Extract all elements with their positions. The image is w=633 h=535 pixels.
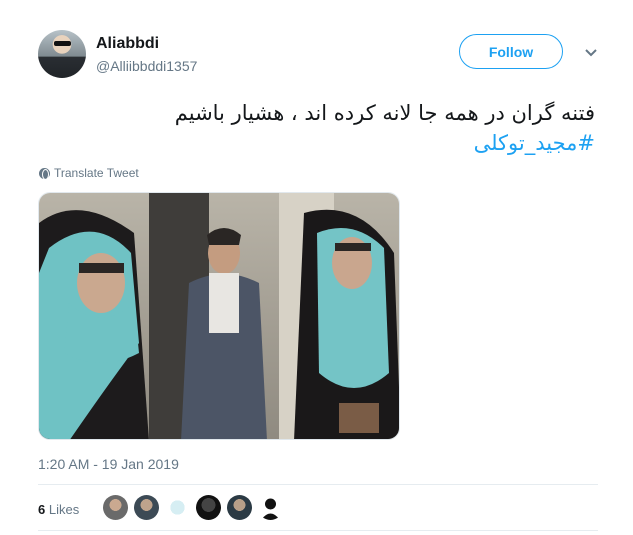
chevron-down-icon[interactable]: [583, 45, 599, 61]
likes-label: Likes: [48, 502, 80, 517]
liker-avatar[interactable]: [227, 495, 252, 520]
tweet-body: فتنه گران در همه جا لانه کرده اند ، هشیا…: [174, 101, 595, 125]
photo-image: [39, 193, 399, 439]
divider-top: [38, 484, 598, 485]
default-user-icon: [261, 498, 280, 520]
tweet-header: Aliabbdi @Alliibbddi1357 Follow: [38, 30, 598, 80]
divider-bottom: [38, 530, 598, 531]
user-handle[interactable]: @Alliibbddi1357: [96, 58, 197, 74]
likes-number: 6: [38, 502, 46, 517]
globe-icon: [39, 167, 50, 180]
liker-avatar[interactable]: [196, 495, 221, 520]
translate-tweet-link[interactable]: Translate Tweet: [39, 166, 139, 180]
display-name[interactable]: Aliabbdi: [96, 35, 159, 53]
tweet-photo[interactable]: [38, 192, 400, 440]
hashtag-link[interactable]: #مجید_توکلی: [35, 128, 595, 158]
follow-button[interactable]: Follow: [459, 34, 563, 69]
liker-avatar[interactable]: [165, 495, 190, 520]
liker-avatar[interactable]: [258, 495, 283, 520]
user-avatar[interactable]: [38, 30, 86, 78]
tweet-timestamp[interactable]: 1:20 AM - 19 Jan 2019: [38, 456, 179, 472]
likes-count[interactable]: 6 Likes: [38, 502, 79, 517]
translate-label: Translate Tweet: [54, 166, 139, 180]
tweet-text: فتنه گران در همه جا لانه کرده اند ، هشیا…: [35, 98, 595, 158]
liker-avatars: [103, 495, 283, 520]
liker-avatar[interactable]: [134, 495, 159, 520]
liker-avatar[interactable]: [103, 495, 128, 520]
